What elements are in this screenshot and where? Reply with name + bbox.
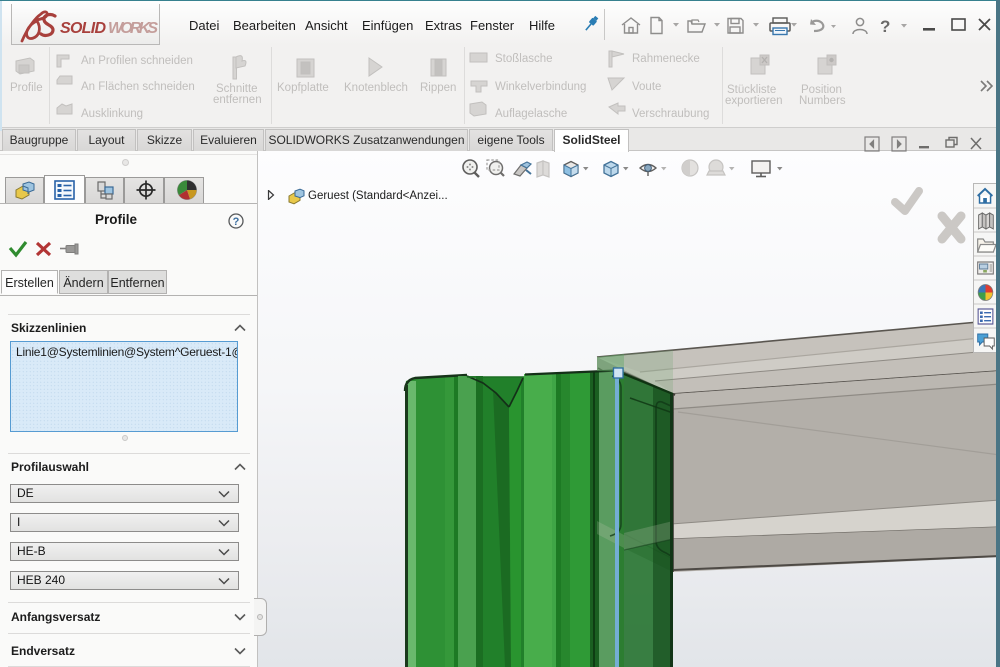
svg-text:Auflagelasche: Auflagelasche (495, 108, 567, 120)
svg-text:An Profilen schneiden: An Profilen schneiden (81, 55, 193, 67)
svg-text:Verschraubung: Verschraubung (632, 108, 709, 120)
svg-text:entfernen: entfernen (213, 94, 262, 106)
svg-text:An Flächen schneiden: An Flächen schneiden (81, 81, 195, 93)
svg-text:Ausklinkung: Ausklinkung (81, 108, 143, 120)
svg-text:Winkelverbindung: Winkelverbindung (495, 81, 586, 93)
svg-text:SOLID: SOLID (60, 20, 106, 37)
svg-text:Profile: Profile (10, 82, 43, 94)
svg-text:exportieren: exportieren (725, 95, 783, 107)
svg-text:Numbers: Numbers (799, 95, 846, 107)
svg-text:Rahmenecke: Rahmenecke (632, 53, 700, 65)
svg-text:Voute: Voute (632, 81, 661, 93)
svg-text:Kopfplatte: Kopfplatte (277, 82, 329, 94)
svg-text:Rippen: Rippen (420, 82, 456, 94)
svg-text:?: ? (233, 216, 240, 228)
svg-text:Stoßlasche: Stoßlasche (495, 53, 553, 65)
svg-text:WORKS: WORKS (108, 20, 158, 37)
svg-text:?: ? (880, 17, 890, 36)
svg-text:Knotenblech: Knotenblech (344, 82, 408, 94)
